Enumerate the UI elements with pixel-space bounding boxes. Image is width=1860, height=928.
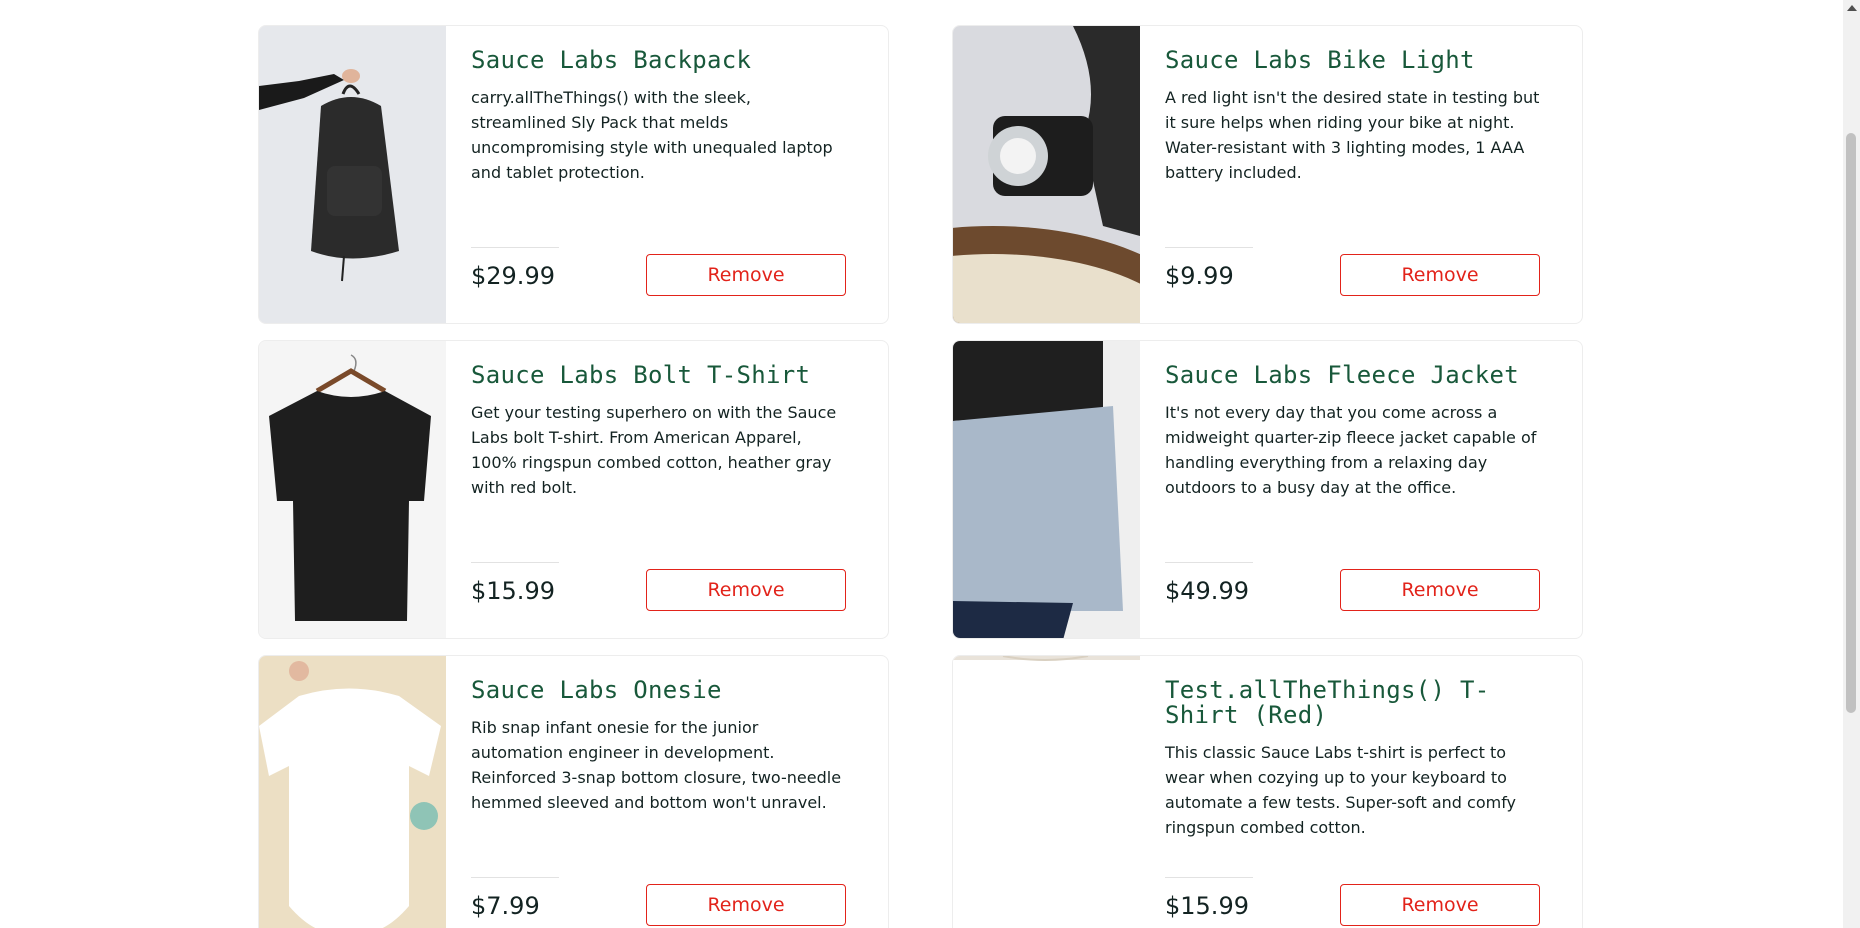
vertical-scrollbar[interactable] xyxy=(1843,0,1860,928)
inventory-item: Sauce Labs Bolt T-Shirt Get your testing… xyxy=(258,340,889,639)
item-price: $15.99 xyxy=(471,561,559,605)
scrollbar-thumb[interactable] xyxy=(1846,133,1856,713)
item-details: Sauce Labs Bike Light A red light isn't … xyxy=(1140,26,1582,323)
price-bar: $15.99 Remove xyxy=(471,561,846,611)
item-description: This classic Sauce Labs t-shirt is perfe… xyxy=(1165,743,1517,837)
remove-button[interactable]: Remove xyxy=(1340,569,1540,611)
item-name-link[interactable]: Sauce Labs Onesie xyxy=(471,678,846,703)
inventory-item: Sauce Labs Onesie Rib snap infant onesie… xyxy=(258,655,889,928)
item-details: Test.allTheThings() T-Shirt (Red) This c… xyxy=(1140,656,1582,928)
item-name-link[interactable]: Sauce Labs Bolt T-Shirt xyxy=(471,363,846,388)
item-name-link[interactable]: Sauce Labs Bike Light xyxy=(1165,48,1540,73)
item-price: $9.99 xyxy=(1165,246,1253,290)
item-description: It's not every day that you come across … xyxy=(1165,403,1537,497)
item-name-link[interactable]: Sauce Labs Fleece Jacket xyxy=(1165,363,1540,388)
fleece-jacket-image[interactable] xyxy=(953,341,1140,638)
item-name-link[interactable]: Test.allTheThings() T-Shirt (Red) xyxy=(1165,678,1540,728)
item-description: Rib snap infant onesie for the junior au… xyxy=(471,718,842,812)
remove-button[interactable]: Remove xyxy=(646,254,846,296)
bolt-tshirt-image[interactable] xyxy=(259,341,446,638)
item-price: $29.99 xyxy=(471,246,559,290)
item-description: carry.allTheThings() with the sleek, str… xyxy=(471,88,833,182)
inventory-item: Test.allTheThings() T-Shirt (Red) This c… xyxy=(952,655,1583,928)
item-description: A red light isn't the desired state in t… xyxy=(1165,88,1540,182)
inventory-grid: Sauce Labs Backpack carry.allTheThings()… xyxy=(258,25,1583,928)
item-price: $49.99 xyxy=(1165,561,1253,605)
item-name-link[interactable]: Sauce Labs Backpack xyxy=(471,48,846,73)
inventory-item: Sauce Labs Fleece Jacket It's not every … xyxy=(952,340,1583,639)
remove-button[interactable]: Remove xyxy=(646,884,846,926)
item-description: Get your testing superhero on with the S… xyxy=(471,403,837,497)
item-details: Sauce Labs Onesie Rib snap infant onesie… xyxy=(446,656,888,928)
price-bar: $15.99 Remove xyxy=(1165,876,1540,926)
inventory-item: Sauce Labs Bike Light A red light isn't … xyxy=(952,25,1583,324)
price-bar: $7.99 Remove xyxy=(471,876,846,926)
price-bar: $9.99 Remove xyxy=(1165,246,1540,296)
item-details: Sauce Labs Backpack carry.allTheThings()… xyxy=(446,26,888,323)
item-price: $15.99 xyxy=(1165,876,1253,920)
item-details: Sauce Labs Fleece Jacket It's not every … xyxy=(1140,341,1582,638)
backpack-image[interactable] xyxy=(259,26,446,323)
remove-button[interactable]: Remove xyxy=(646,569,846,611)
price-bar: $29.99 Remove xyxy=(471,246,846,296)
item-price: $7.99 xyxy=(471,876,559,920)
inventory-page: Sauce Labs Backpack carry.allTheThings()… xyxy=(0,0,1860,928)
bike-light-image[interactable] xyxy=(953,26,1140,323)
inventory-item: Sauce Labs Backpack carry.allTheThings()… xyxy=(258,25,889,324)
remove-button[interactable]: Remove xyxy=(1340,884,1540,926)
scroll-up-arrow-icon[interactable] xyxy=(1847,5,1857,11)
item-details: Sauce Labs Bolt T-Shirt Get your testing… xyxy=(446,341,888,638)
price-bar: $49.99 Remove xyxy=(1165,561,1540,611)
remove-button[interactable]: Remove xyxy=(1340,254,1540,296)
red-tshirt-image[interactable] xyxy=(953,656,1140,928)
onesie-image[interactable] xyxy=(259,656,446,928)
